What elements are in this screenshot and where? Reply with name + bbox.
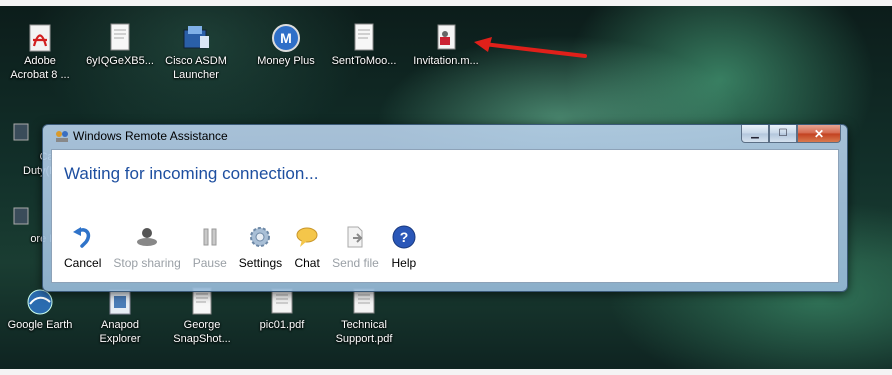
title-bar[interactable]: Windows Remote Assistance ▁ ☐ ✕ xyxy=(43,125,847,147)
settings-icon xyxy=(250,227,271,247)
remote-assistance-icon xyxy=(56,131,68,142)
status-message: Waiting for incoming connection... xyxy=(64,164,319,183)
desktop-icon-label: Support.pdf xyxy=(335,333,393,345)
minimize-icon: ▁ xyxy=(751,128,759,139)
help-label: Help xyxy=(391,256,417,270)
cancel-label: Cancel xyxy=(64,256,102,270)
desktop-icon-label: Technical xyxy=(341,319,387,331)
desktop-icon-label: Money Plus xyxy=(257,55,315,67)
desktop-icon-label: Adobe xyxy=(24,55,56,67)
desktop-icon-label: Launcher xyxy=(173,69,219,81)
desktop-icon-pic01-pdf[interactable]: pic01.pdf xyxy=(242,286,322,332)
window-content: Waiting for incoming connection... Cance… xyxy=(51,149,839,283)
red-arrow-annotation xyxy=(474,37,587,58)
toolbar: Cancel Stop sharing Pause Settings Chat … xyxy=(58,224,423,284)
help-button[interactable]: ? Help xyxy=(385,224,423,284)
image-border-bottom xyxy=(0,369,892,375)
settings-button[interactable]: Settings xyxy=(233,224,288,284)
window-controls: ▁ ☐ ✕ xyxy=(741,125,841,143)
maximize-icon: ☐ xyxy=(778,128,788,139)
chat-label: Chat xyxy=(294,256,320,270)
desktop-icon-label: pic01.pdf xyxy=(259,319,305,331)
adobe-acrobat-icon xyxy=(29,24,51,52)
chat-icon xyxy=(296,227,318,247)
cancel-button[interactable]: Cancel xyxy=(58,224,107,284)
invitation-file-icon xyxy=(437,24,456,50)
pause-label: Pause xyxy=(192,256,227,270)
desktop-icon-technical-support-pdf[interactable]: Technical Support.pdf xyxy=(324,286,404,346)
image-border-top xyxy=(0,0,892,6)
close-button[interactable]: ✕ xyxy=(797,125,841,143)
desktop-icon-label: 6yIQGeXB5... xyxy=(86,55,154,67)
desktop-icon-label: Anapod xyxy=(101,319,139,331)
cisco-asdm-icon xyxy=(183,26,209,49)
chat-button[interactable]: Chat xyxy=(288,224,326,284)
pause-icon xyxy=(203,228,217,246)
shortcut-icon xyxy=(13,123,29,141)
help-icon: ? xyxy=(392,225,416,249)
desktop-icon-anapod-explorer[interactable]: Anapod Explorer xyxy=(80,286,160,346)
window-title: Windows Remote Assistance xyxy=(73,129,228,143)
desktop-icon-cisco-asdm[interactable]: Cisco ASDM Launcher xyxy=(156,22,236,82)
desktop-icon-6yiqgexb5[interactable]: 6yIQGeXB5... xyxy=(80,22,160,68)
maximize-button[interactable]: ☐ xyxy=(769,125,797,143)
shortcut-icon xyxy=(13,207,29,225)
desktop-icon-adobe-acrobat[interactable]: Adobe Acrobat 8 ... xyxy=(0,22,80,82)
minimize-button[interactable]: ▁ xyxy=(741,125,769,143)
stop-sharing-button[interactable]: Stop sharing xyxy=(107,224,186,284)
desktop-icon-label: SentToMoo... xyxy=(331,55,397,67)
send-file-label: Send file xyxy=(332,256,379,270)
document-icon xyxy=(354,23,374,51)
cancel-icon xyxy=(72,227,90,248)
svg-text:M: M xyxy=(280,30,292,46)
desktop-icon-money-plus[interactable]: M Money Plus xyxy=(246,22,326,68)
settings-label: Settings xyxy=(238,256,283,270)
desktop-icon-google-earth[interactable]: Google Earth xyxy=(0,286,80,332)
desktop-icon-label: George xyxy=(183,319,221,331)
pause-button[interactable]: Pause xyxy=(187,224,233,284)
desktop-icon-senttomoo[interactable]: SentToMoo... xyxy=(324,22,404,68)
stop-sharing-icon xyxy=(137,228,158,246)
desktop-icon-label: Explorer xyxy=(99,333,141,345)
stop-sharing-label: Stop sharing xyxy=(113,256,181,270)
desktop-icon-label: Google Earth xyxy=(7,319,73,331)
desktop-icon-label: SnapShot... xyxy=(173,333,231,345)
close-icon: ✕ xyxy=(813,126,825,141)
svg-text:?: ? xyxy=(400,229,409,245)
desktop-icon-george-snapshot[interactable]: George SnapShot... xyxy=(162,286,242,346)
send-file-icon xyxy=(347,226,363,248)
desktop-icon-label: Acrobat 8 ... xyxy=(10,69,70,81)
document-icon xyxy=(110,23,130,51)
remote-assistance-window: Windows Remote Assistance ▁ ☐ ✕ Waiting … xyxy=(42,124,848,292)
money-plus-icon: M xyxy=(272,24,300,52)
desktop-icon-label: Cisco ASDM xyxy=(165,55,227,67)
send-file-button[interactable]: Send file xyxy=(326,224,385,284)
